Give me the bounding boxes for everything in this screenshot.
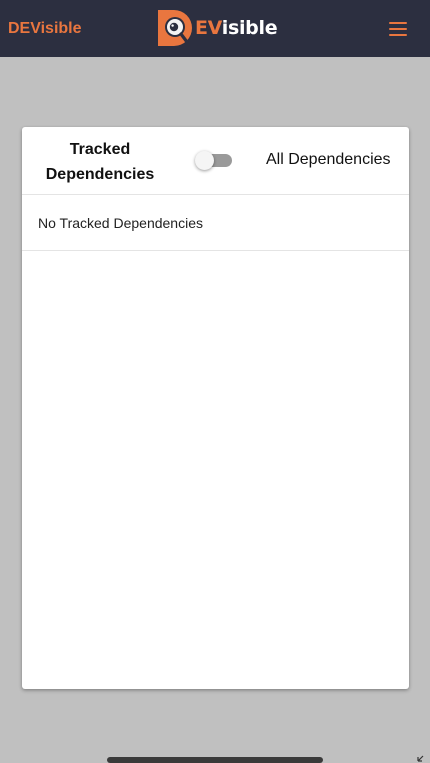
bottom-scroll-indicator (107, 757, 323, 763)
hamburger-menu-icon[interactable] (389, 22, 407, 36)
empty-list-message: No Tracked Dependencies (38, 215, 203, 231)
magnifier-eye-logo-icon (158, 10, 192, 46)
dependencies-card: Tracked Dependencies All Dependencies No… (22, 127, 409, 689)
toggle-thumb (195, 151, 214, 170)
top-navbar: DEVisible EVisible (0, 0, 430, 57)
all-dependencies-label: All Dependencies (266, 151, 391, 168)
tracked-dependencies-label: Tracked Dependencies (45, 141, 155, 183)
brand-name[interactable]: DEVisible (8, 19, 82, 39)
logo-wordmark: EVisible (195, 17, 278, 39)
devisible-logo[interactable]: EVisible (156, 8, 278, 48)
card-header: Tracked Dependencies All Dependencies (22, 127, 409, 195)
resize-cursor-icon (417, 755, 424, 762)
list-item: No Tracked Dependencies (22, 195, 409, 251)
dependency-view-toggle[interactable] (195, 151, 233, 170)
